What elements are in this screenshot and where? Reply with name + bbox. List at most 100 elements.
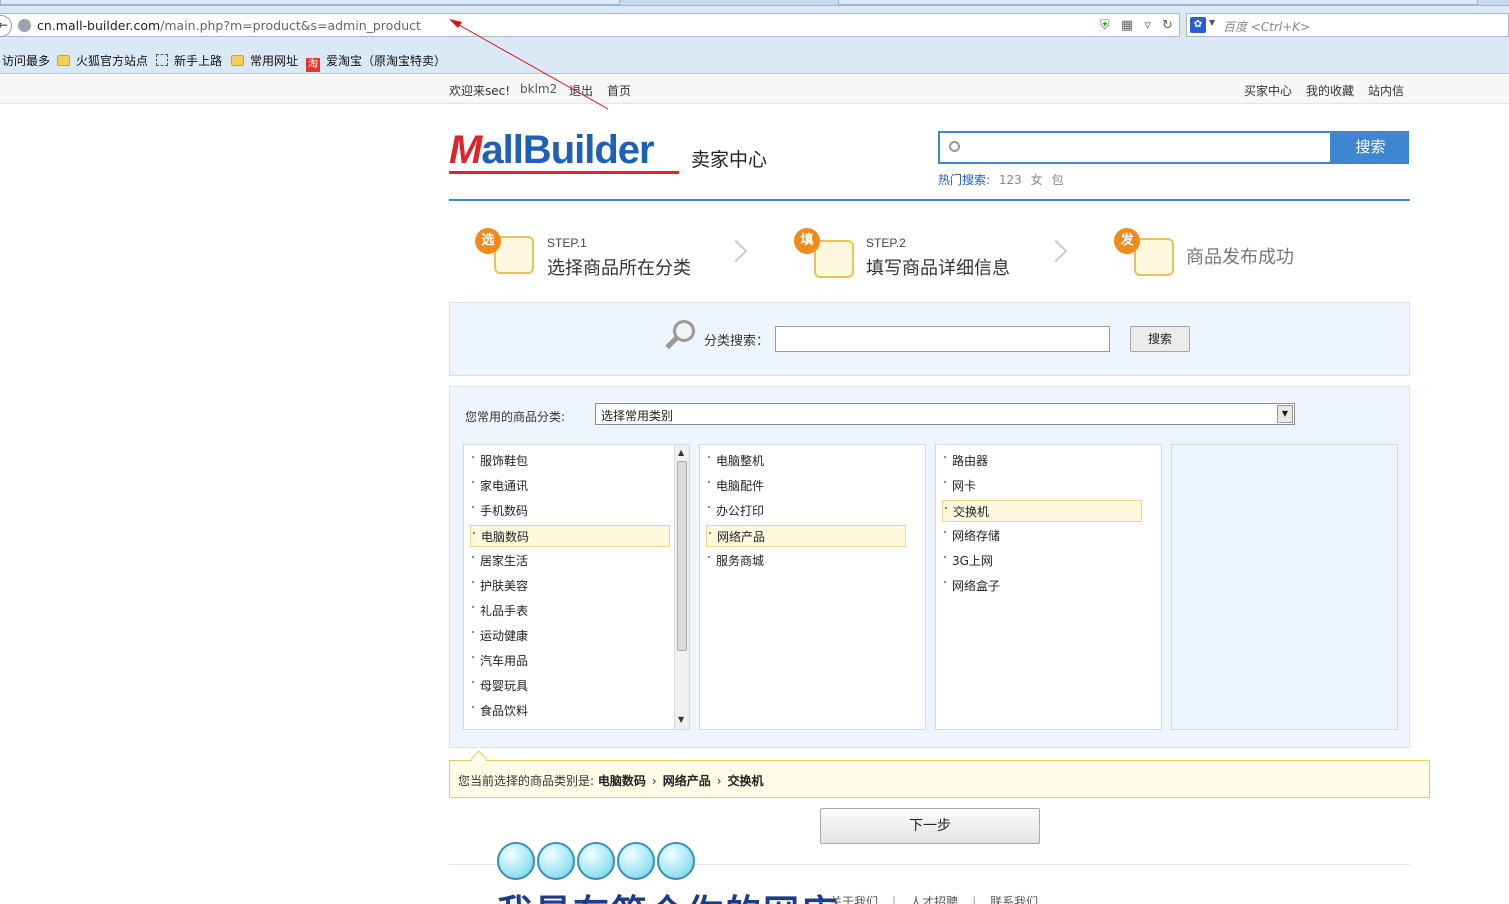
bubble-icon — [617, 842, 655, 880]
bubble-icon — [577, 842, 615, 880]
current-category-level3: 交换机 — [727, 774, 764, 788]
category-search-button[interactable]: 搜索 — [1130, 326, 1190, 352]
hot-keyword[interactable]: 包 — [1051, 173, 1063, 187]
dropdown-arrow-icon[interactable]: ▿ — [1144, 18, 1151, 33]
shield-icon[interactable]: ⛨ — [1100, 18, 1110, 33]
engine-caret-icon[interactable]: ▼ — [1209, 18, 1215, 27]
hot-search-label: 热门搜索: — [938, 173, 991, 187]
category-column-level3: 路由器网卡交换机网络存储 3G上网网络盒子 — [935, 444, 1162, 730]
scroll-up-icon[interactable]: ▲ — [678, 448, 684, 457]
category-item[interactable]: 网卡 — [942, 475, 1142, 497]
category-column-level1: 服饰鞋包家电通讯手机数码电脑数码居家生活护肤美容礼品手表运动健康汽车用品母婴玩具… — [463, 444, 690, 730]
category-scrollbar[interactable]: ▲ ▼ — [674, 445, 689, 729]
baidu-paw-icon[interactable]: ✿ — [1190, 17, 1206, 33]
category-item[interactable]: 护肤美容 — [470, 575, 670, 597]
url-text[interactable]: cn.mall-builder.com/main.php?m=product&s… — [37, 18, 421, 33]
folder-icon — [57, 55, 70, 66]
category-item[interactable]: 服饰鞋包 — [470, 450, 670, 472]
logo-underline — [449, 171, 679, 174]
reload-icon[interactable]: ↻ — [1162, 18, 1173, 33]
category-item[interactable]: 居家生活 — [470, 550, 670, 572]
buyer-center-link[interactable]: 买家中心 — [1244, 82, 1292, 99]
bookmark-getting-started[interactable]: 新手上路 — [156, 52, 222, 69]
step-number: STEP.2 — [866, 236, 906, 250]
site-search-button[interactable]: 搜索 — [1332, 131, 1409, 164]
scroll-thumb[interactable] — [677, 461, 687, 651]
magnifier-icon — [665, 320, 695, 352]
category-item[interactable]: 家电通讯 — [470, 475, 670, 497]
bookmark-common-sites[interactable]: 常用网址 — [231, 52, 298, 69]
category-item[interactable]: 服务商城 — [706, 550, 906, 572]
category-column-level2: 电脑整机电脑配件办公打印网络产品服务商城 — [699, 444, 926, 730]
category-search-input[interactable] — [775, 326, 1110, 352]
address-bar-tools: ⛨ ▦ ▿ ↻ — [1100, 18, 1180, 33]
step-badge: 发 — [1114, 228, 1140, 254]
category-item[interactable]: 电脑配件 — [706, 475, 906, 497]
category-item[interactable]: 办公打印 — [706, 500, 906, 522]
mallbuilder-logo[interactable]: MallBuilder — [449, 128, 655, 173]
step-title: 填写商品详细信息 — [866, 258, 1010, 279]
browser-search-placeholder: 百度 <Ctrl+K> — [1223, 20, 1311, 34]
current-category-level2: 网络产品 — [662, 774, 711, 788]
folder-icon — [231, 55, 244, 66]
chevron-down-icon[interactable]: ▼ — [1277, 405, 1293, 423]
bookmark-ai-taobao[interactable]: 淘爱淘宝（原淘宝特卖） — [306, 52, 446, 72]
chevron-right-icon — [724, 239, 748, 263]
category-item[interactable]: 路由器 — [942, 450, 1142, 472]
scroll-down-icon[interactable]: ▼ — [678, 715, 684, 724]
browser-tab[interactable] — [838, 0, 1478, 5]
favorites-link[interactable]: 我的收藏 — [1306, 82, 1354, 99]
hot-searches: 热门搜索: 123 女 包 — [938, 171, 1063, 188]
step-title: 商品发布成功 — [1186, 247, 1294, 268]
footer-link-jobs[interactable]: 人才招聘 — [910, 895, 958, 904]
hot-keyword[interactable]: 123 — [999, 173, 1022, 187]
overlay-banner-text: 我是在简介你的网店 — [497, 884, 839, 904]
site-search-input[interactable] — [938, 131, 1332, 164]
page-icon — [156, 54, 168, 66]
header-divider — [449, 199, 1410, 201]
category-search-label: 分类搜索： — [704, 334, 770, 349]
category-item[interactable]: 汽车用品 — [470, 650, 670, 672]
category-item[interactable]: 网络盒子 — [942, 575, 1142, 597]
username-link[interactable]: bklm2 — [520, 82, 557, 96]
globe-icon — [18, 19, 31, 32]
footer-link-contact[interactable]: 联系我们 — [990, 895, 1038, 904]
common-categories-select[interactable]: 选择常用类别 ▼ — [595, 403, 1295, 425]
step-number: STEP.1 — [547, 236, 587, 250]
bookmark-most-visited[interactable]: 访问最多 — [2, 52, 50, 69]
chevron-right-icon: › — [716, 774, 722, 788]
category-item[interactable]: 电脑数码 — [470, 525, 670, 547]
category-item[interactable]: 交换机 — [942, 500, 1142, 522]
category-item[interactable]: 电脑整机 — [706, 450, 906, 472]
checkmark-computer-icon — [1134, 238, 1174, 276]
qr-code-icon[interactable]: ▦ — [1121, 18, 1133, 33]
back-arrow-icon[interactable]: ← — [0, 15, 12, 37]
category-item[interactable]: 母婴玩具 — [470, 675, 670, 697]
category-item[interactable]: 食品饮料 — [470, 700, 670, 722]
category-item[interactable]: 礼品手表 — [470, 600, 670, 622]
category-item[interactable]: 运动健康 — [470, 625, 670, 647]
category-item[interactable]: 网络存储 — [942, 525, 1142, 547]
hot-keyword[interactable]: 女 — [1031, 173, 1043, 187]
browser-search-box[interactable]: ✿ ▼ 百度 <Ctrl+K> — [1186, 13, 1509, 37]
step-title: 选择商品所在分类 — [547, 258, 691, 279]
home-link[interactable]: 首页 — [607, 82, 631, 99]
category-item[interactable]: 手机数码 — [470, 500, 670, 522]
seller-center-title: 卖家中心 — [691, 149, 768, 171]
category-item[interactable]: 3G上网 — [942, 550, 1142, 572]
search-icon — [949, 141, 960, 152]
site-topbar: 欢迎来sec! bklm2 退出 首页 买家中心 我的收藏 站内信 — [0, 75, 1509, 104]
footer-links: 关于我们 | 人才招聘 | 联系我们 — [830, 893, 1038, 904]
bookmark-firefox-site[interactable]: 火狐官方站点 — [57, 52, 148, 69]
chevron-right-icon: › — [651, 774, 657, 788]
messages-link[interactable]: 站内信 — [1368, 82, 1404, 99]
address-bar[interactable]: ← cn.mall-builder.com/main.php?m=product… — [0, 13, 1180, 37]
category-item[interactable]: 网络产品 — [706, 525, 906, 547]
chevron-right-icon — [1044, 239, 1068, 263]
common-categories-label: 您常用的商品分类: — [465, 410, 566, 424]
logout-link[interactable]: 退出 — [569, 82, 593, 99]
next-step-button[interactable]: 下一步 — [820, 808, 1040, 844]
current-category-bar: 您当前选择的商品类别是: 电脑数码 › 网络产品 › 交换机 — [449, 760, 1430, 798]
browser-tab[interactable] — [0, 0, 620, 5]
clipboard-icon — [814, 240, 854, 278]
